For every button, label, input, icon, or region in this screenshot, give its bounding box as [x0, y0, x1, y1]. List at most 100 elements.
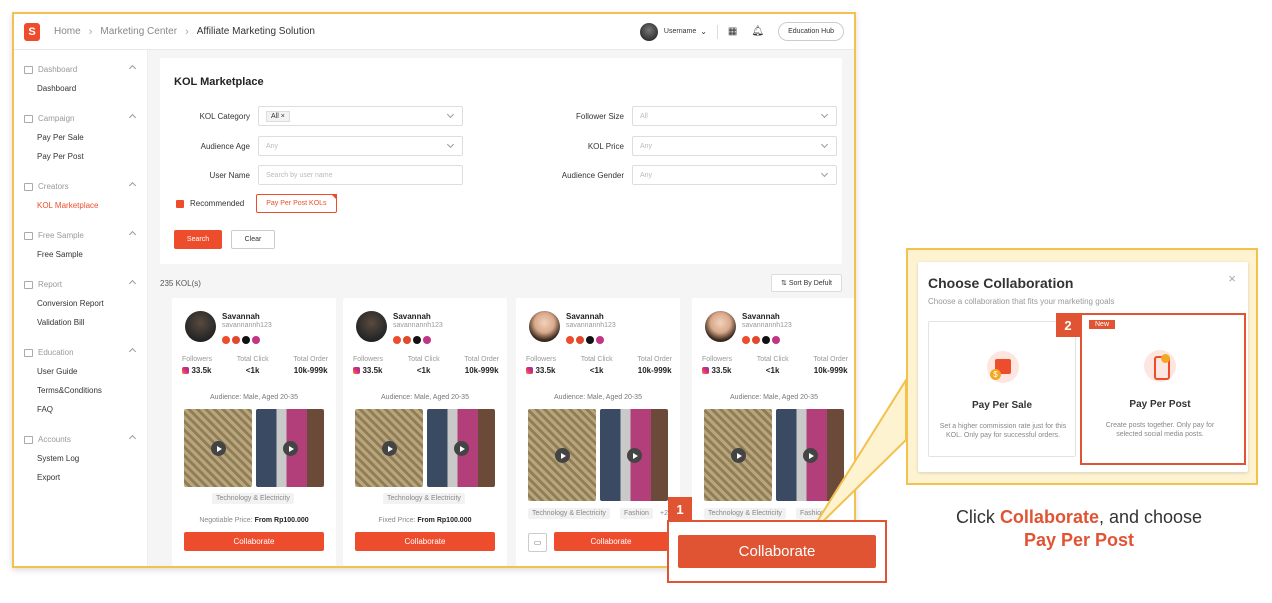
follower-size-select[interactable]: All [632, 106, 837, 126]
education-hub-button[interactable]: Education Hub [778, 22, 844, 41]
pay-per-post-kols-chip[interactable]: Pay Per Post KOLs [256, 194, 337, 213]
category-tag[interactable]: All × [266, 110, 290, 122]
close-icon[interactable]: × [1228, 271, 1236, 286]
sort-button[interactable]: ⇅ Sort By Defult [770, 274, 842, 292]
chevron-up-icon[interactable] [128, 181, 137, 190]
play-icon[interactable] [283, 441, 298, 456]
bell-icon[interactable]: 🔔︎ [751, 26, 764, 37]
chevron-down-icon[interactable]: ⌄ [700, 27, 707, 36]
video-thumbnail[interactable] [528, 409, 596, 501]
sidebar-section-label: Dashboard [38, 65, 78, 74]
sidebar-section-creators[interactable]: Creators [14, 177, 147, 196]
avatar[interactable] [185, 311, 216, 342]
sidebar-item-user-guide[interactable]: User Guide [14, 362, 147, 381]
category-tag: Fashion [796, 508, 829, 519]
audience-gender-placeholder: Any [640, 171, 653, 179]
followers-value: 33.5k [362, 366, 383, 375]
collaborate-button[interactable]: Collaborate [554, 532, 668, 551]
chevron-up-icon[interactable] [128, 434, 137, 443]
avatar[interactable] [356, 311, 387, 342]
sidebar-section-campaign[interactable]: Campaign [14, 109, 147, 128]
sidebar-item-free-sample[interactable]: Free Sample [14, 245, 147, 264]
chevron-up-icon[interactable] [128, 230, 137, 239]
category-tag: Technology & Electricity [704, 508, 786, 519]
chevron-up-icon[interactable] [128, 347, 137, 356]
sidebar-item-terms[interactable]: Terms&Conditions [14, 381, 147, 400]
clear-button[interactable]: Clear [231, 230, 275, 249]
video-thumbnail[interactable] [184, 409, 252, 487]
kol-card[interactable]: Savannah savannannh123 Followers 33.5k To… [172, 298, 336, 566]
kol-username: savannannh123 [742, 322, 792, 329]
sidebar-section-label: Campaign [38, 114, 75, 123]
total-click-value: <1k [416, 366, 431, 375]
sidebar-item-pay-per-sale[interactable]: Pay Per Sale [14, 128, 147, 147]
breadcrumb-marketing-center[interactable]: Marketing Center [100, 26, 177, 37]
youtube-icon [576, 336, 584, 344]
sidebar-item-conversion-report[interactable]: Conversion Report [14, 294, 147, 313]
collaborate-button[interactable]: Collaborate [355, 532, 495, 551]
video-thumbnail[interactable] [600, 409, 668, 501]
username-menu[interactable]: Username [664, 28, 696, 35]
kol-card[interactable]: Savannah savannannh123 Followers 33.5k To… [516, 298, 680, 566]
avatar[interactable] [529, 311, 560, 342]
play-icon[interactable] [211, 441, 226, 456]
breadcrumb-home[interactable]: Home [54, 26, 81, 37]
avatar[interactable] [639, 22, 658, 41]
video-thumbnail[interactable] [704, 409, 772, 501]
sidebar-item-export[interactable]: Export [14, 468, 147, 487]
sidebar-item-validation-bill[interactable]: Validation Bill [14, 313, 147, 332]
audience-gender-label: Audience Gender [561, 170, 624, 180]
step-badge-1: 1 [668, 497, 692, 521]
play-icon[interactable] [803, 448, 818, 463]
sidebar-item-system-log[interactable]: System Log [14, 449, 147, 468]
play-icon[interactable] [454, 441, 469, 456]
chevron-up-icon[interactable] [128, 64, 137, 73]
kol-price-select[interactable]: Any [632, 136, 837, 156]
play-icon[interactable] [555, 448, 570, 463]
video-thumbnail[interactable] [355, 409, 423, 487]
total-order-label: Total Order [464, 356, 499, 363]
play-icon[interactable] [627, 448, 642, 463]
chevron-up-icon[interactable] [128, 113, 137, 122]
close-icon[interactable]: × [281, 113, 285, 120]
play-icon[interactable] [731, 448, 746, 463]
audience-age-select[interactable]: Any [258, 136, 463, 156]
filter-card: KOL Marketplace KOL Category All × Audie… [160, 58, 842, 264]
apps-grid-icon[interactable]: ▦ [728, 26, 737, 37]
kol-name[interactable]: Savannah [222, 312, 260, 321]
sidebar-section-report[interactable]: Report [14, 275, 147, 294]
collaborate-button-zoomed[interactable]: Collaborate [678, 535, 876, 568]
shopee-logo-icon[interactable]: S [24, 22, 40, 41]
play-icon[interactable] [382, 441, 397, 456]
sidebar-section-education[interactable]: Education [14, 343, 147, 362]
kol-card[interactable]: Savannah savannannh123 Followers 33.5k To… [343, 298, 507, 566]
shopping-bag-icon [987, 351, 1019, 383]
chat-icon[interactable]: ▭ [528, 533, 547, 552]
audience-gender-select[interactable]: Any [632, 165, 837, 185]
sidebar-item-dashboard[interactable]: Dashboard [14, 79, 147, 98]
video-thumbnail[interactable] [776, 409, 844, 501]
sidebar-item-pay-per-post[interactable]: Pay Per Post [14, 147, 147, 166]
avatar[interactable] [705, 311, 736, 342]
kol-name[interactable]: Savannah [742, 312, 780, 321]
video-thumbnail[interactable] [256, 409, 324, 487]
sidebar-section-accounts[interactable]: Accounts [14, 430, 147, 449]
option-description: Set a higher commission rate just for th… [939, 423, 1067, 440]
followers-value: 33.5k [535, 366, 556, 375]
audience-info: Audience: Male, Aged 20-35 [210, 394, 298, 401]
breadcrumb: Home › Marketing Center › Affiliate Mark… [54, 26, 315, 38]
sidebar-section-dashboard[interactable]: Dashboard [14, 60, 147, 79]
kol-category-select[interactable]: All × [258, 106, 463, 126]
sidebar-item-faq[interactable]: FAQ [14, 400, 147, 419]
instagram-icon [252, 336, 260, 344]
pay-per-sale-option[interactable]: Pay Per Sale Set a higher commission rat… [928, 321, 1076, 457]
kol-name[interactable]: Savannah [393, 312, 431, 321]
kol-name[interactable]: Savannah [566, 312, 604, 321]
video-thumbnail[interactable] [427, 409, 495, 487]
search-button[interactable]: Search [174, 230, 222, 249]
collaborate-button[interactable]: Collaborate [184, 532, 324, 551]
user-name-input[interactable]: Search by user name [258, 165, 463, 185]
chevron-up-icon[interactable] [128, 279, 137, 288]
sidebar-section-free-sample[interactable]: Free Sample [14, 226, 147, 245]
sidebar-item-kol-marketplace[interactable]: KOL Marketplace [14, 196, 147, 215]
